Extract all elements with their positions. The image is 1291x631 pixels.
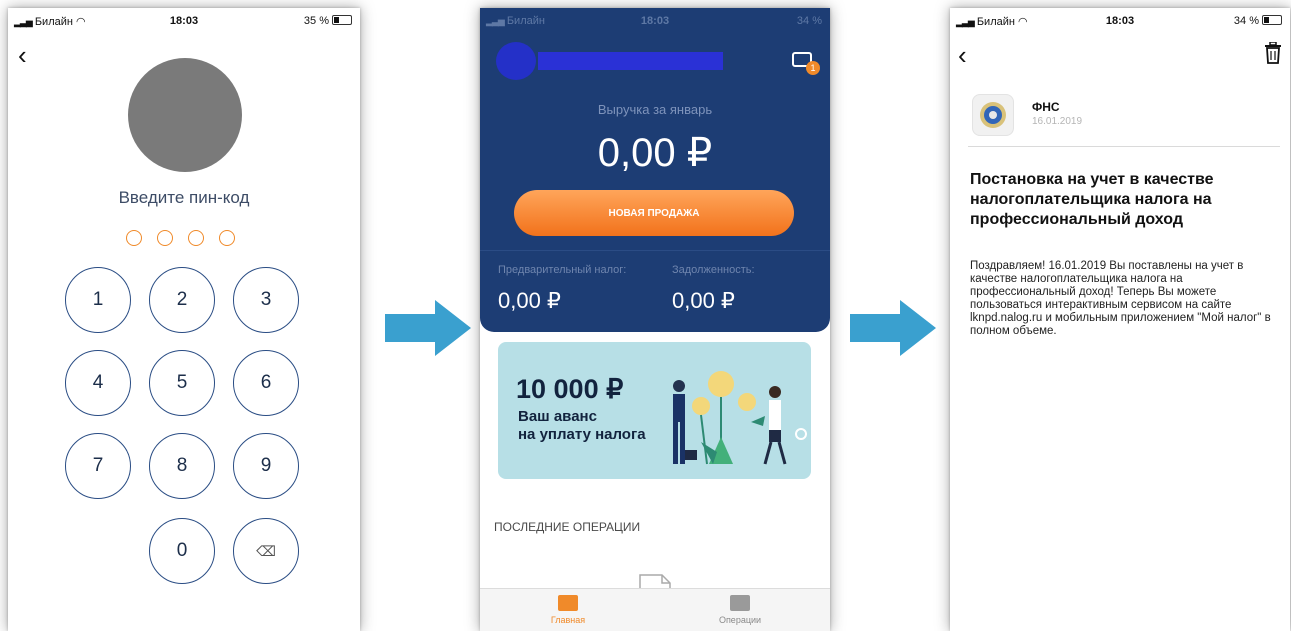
pin-dot bbox=[219, 230, 235, 246]
promo-illustration bbox=[673, 371, 807, 465]
back-arrow-icon[interactable]: ‹ bbox=[18, 42, 27, 68]
status-bar: ▂▃▅ Билайн ◠ 18:03 34 % bbox=[950, 8, 1290, 32]
tab-label: Главная bbox=[550, 615, 586, 625]
divider bbox=[968, 146, 1280, 147]
message-screen: ▂▃▅ Билайн ◠ 18:03 34 % ‹ ФНС 16.01.2019… bbox=[950, 8, 1290, 631]
battery-icon bbox=[1262, 15, 1282, 25]
tab-home[interactable]: Главная bbox=[508, 595, 628, 625]
revenue-value: 0,00 ₽ bbox=[597, 131, 713, 175]
emblem-icon bbox=[980, 102, 1006, 128]
pin-title: Введите пин-код bbox=[118, 188, 250, 207]
user-name-redacted bbox=[538, 52, 723, 70]
debt-label: Задолженность: bbox=[672, 264, 755, 276]
message-body: Поздравляем! 16.01.2019 Вы поставлены на… bbox=[970, 260, 1271, 337]
battery: 34 % bbox=[796, 15, 822, 27]
key-1[interactable]: 1 bbox=[65, 267, 131, 333]
status-bar: ▂▃▅ Билайн 18:03 34 % bbox=[480, 8, 830, 32]
pin-screen: ▂▃▅ Билайн ◠ 18:03 35 % ‹ Введите пин-ко… bbox=[8, 8, 360, 631]
promo-banner[interactable]: 10 000 ₽ Ваш аванс на уплату налога bbox=[498, 342, 811, 479]
pin-dot bbox=[188, 230, 204, 246]
key-8[interactable]: 8 bbox=[149, 433, 215, 499]
dashboard-screen: ▂▃▅ Билайн 18:03 34 % 1 Выручка за январ… bbox=[480, 8, 830, 631]
status-bar: ▂▃▅ Билайн ◠ 18:03 35 % bbox=[8, 8, 360, 32]
battery: 35 % bbox=[304, 15, 352, 27]
key-7[interactable]: 7 bbox=[65, 433, 131, 499]
key-6[interactable]: 6 bbox=[233, 350, 299, 416]
divider bbox=[480, 250, 830, 251]
key-2[interactable]: 2 bbox=[149, 267, 215, 333]
tax-value: 0,00 ₽ bbox=[498, 288, 561, 313]
key-5[interactable]: 5 bbox=[149, 350, 215, 416]
new-sale-button[interactable]: НОВАЯ ПРОДАЖА bbox=[514, 190, 794, 236]
key-4[interactable]: 4 bbox=[65, 350, 131, 416]
briefcase-icon bbox=[558, 595, 578, 611]
sender-name: ФНС bbox=[1032, 100, 1060, 114]
key-9[interactable]: 9 bbox=[233, 433, 299, 499]
debt-value: 0,00 ₽ bbox=[672, 288, 735, 313]
pin-dot bbox=[157, 230, 173, 246]
tab-bar: Главная Операции bbox=[480, 588, 830, 631]
fns-logo bbox=[972, 94, 1014, 136]
dashboard-header: ▂▃▅ Билайн 18:03 34 % 1 Выручка за январ… bbox=[480, 8, 830, 332]
mail-badge: 1 bbox=[806, 61, 820, 75]
promo-amount: 10 000 ₽ bbox=[516, 374, 624, 404]
promo-text: Ваш аванс bbox=[518, 408, 597, 425]
wallet-icon bbox=[730, 595, 750, 611]
revenue-label: Выручка за январь bbox=[597, 102, 713, 117]
key-0[interactable]: 0 bbox=[149, 518, 215, 584]
tax-label: Предварительный налог: bbox=[498, 264, 627, 276]
trash-icon[interactable] bbox=[1264, 42, 1282, 64]
back-arrow-icon[interactable]: ‹ bbox=[958, 42, 967, 68]
message-date: 16.01.2019 bbox=[1032, 116, 1083, 127]
pin-dots bbox=[126, 230, 235, 246]
delete-key-icon[interactable]: ⌫ bbox=[233, 518, 299, 584]
arrow-right-icon bbox=[385, 300, 471, 356]
promo-text: на уплату налога bbox=[518, 426, 646, 443]
user-avatar[interactable] bbox=[496, 42, 536, 80]
battery: 34 % bbox=[1234, 15, 1282, 27]
clock: 18:03 bbox=[640, 15, 670, 27]
tab-operations[interactable]: Операции bbox=[680, 595, 800, 625]
message-title: Постановка на учет в качестве налогоплат… bbox=[970, 171, 1214, 228]
arrow-right-icon bbox=[850, 300, 936, 356]
battery-icon bbox=[332, 15, 352, 25]
pin-dot bbox=[126, 230, 142, 246]
recent-operations-title: ПОСЛЕДНИЕ ОПЕРАЦИИ bbox=[494, 520, 641, 534]
avatar bbox=[128, 58, 242, 172]
key-3[interactable]: 3 bbox=[233, 267, 299, 333]
tab-label: Операции bbox=[718, 615, 762, 625]
